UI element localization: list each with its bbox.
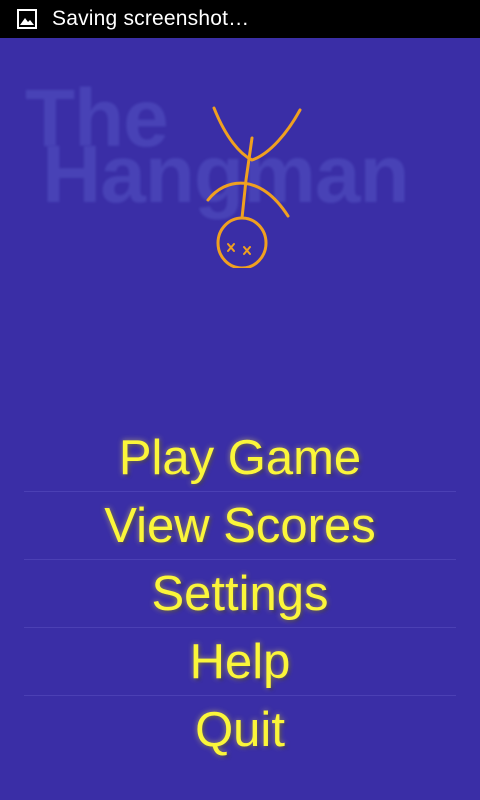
quit-button[interactable]: Quit — [24, 696, 456, 764]
notification-text: Saving screenshot… — [52, 7, 250, 30]
main-screen: The Hangman Play Game View Scores Settin… — [0, 38, 480, 800]
hangman-figure-icon — [206, 106, 302, 268]
settings-button[interactable]: Settings — [24, 560, 456, 628]
main-menu: Play Game View Scores Settings Help Quit — [24, 424, 456, 764]
app-logo: The Hangman — [20, 68, 465, 268]
view-scores-button[interactable]: View Scores — [24, 492, 456, 560]
image-icon — [16, 8, 38, 30]
status-bar: Saving screenshot… — [0, 0, 480, 38]
play-game-button[interactable]: Play Game — [24, 424, 456, 492]
help-button[interactable]: Help — [24, 628, 456, 696]
